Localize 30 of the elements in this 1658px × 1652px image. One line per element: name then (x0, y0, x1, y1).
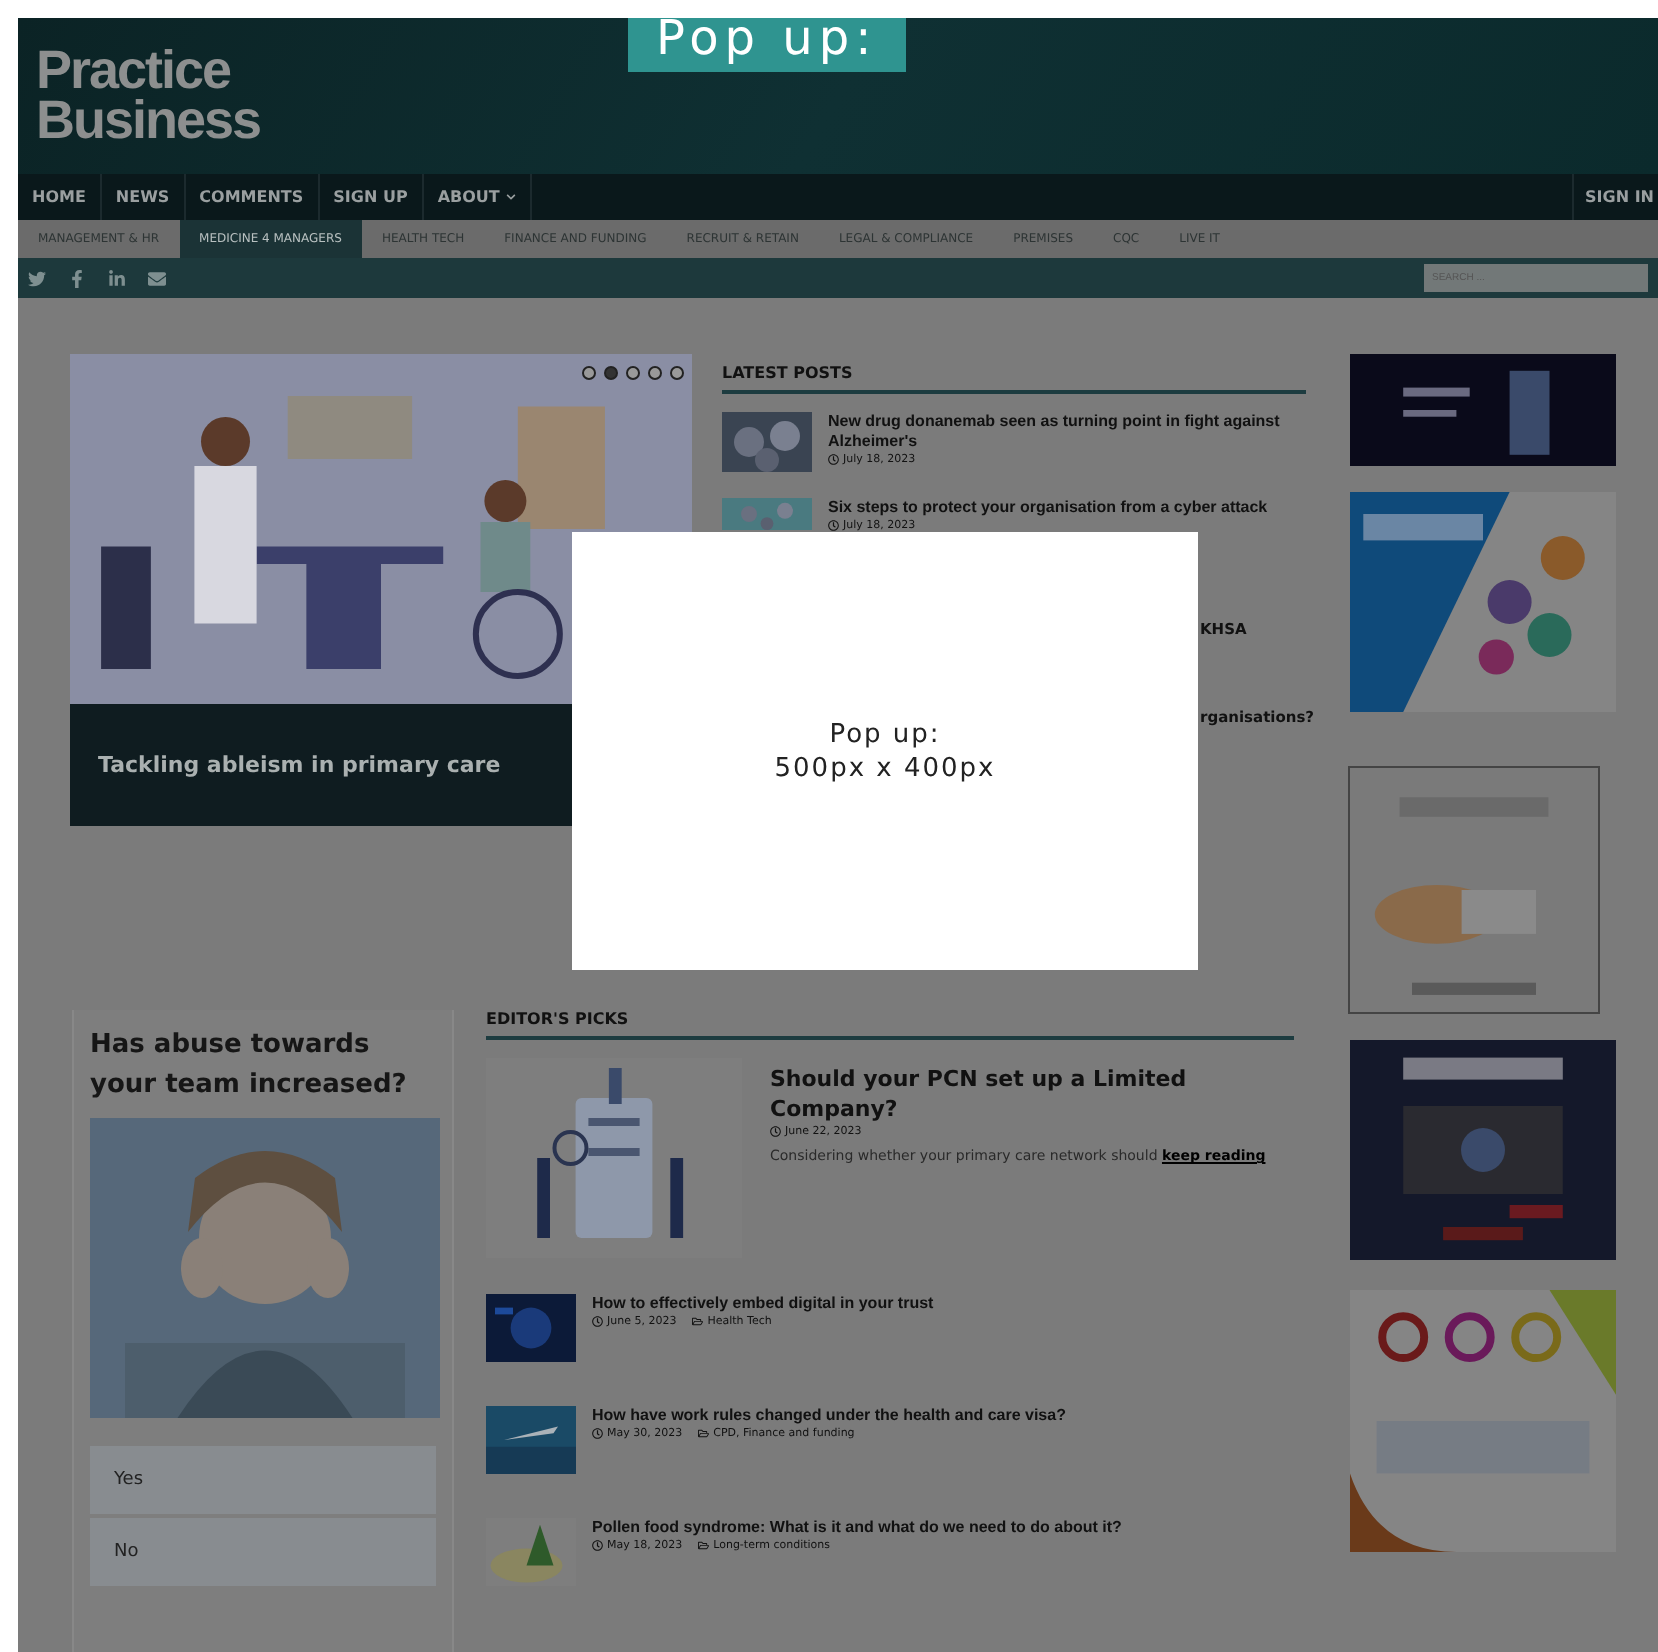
folder-icon (698, 1540, 710, 1552)
clock-icon (770, 1126, 781, 1138)
post-title[interactable]: Pollen food syndrome: What is it and what do we need to do about it? (592, 1518, 1122, 1538)
popup-text: 500px x 400px (774, 751, 996, 785)
clock-icon (828, 520, 839, 532)
poll-option[interactable]: Yes (90, 1446, 436, 1514)
caret-icon (505, 192, 516, 202)
slide-caption[interactable]: Tackling ableism in primary care (98, 752, 501, 778)
section-heading: EDITOR'S PICKS (486, 1010, 1294, 1040)
post-title[interactable]: How have work rules changed under the health and care visa? (592, 1406, 1066, 1426)
twitter-icon[interactable] (28, 269, 46, 287)
folder-icon (698, 1428, 710, 1440)
post-title[interactable]: Six steps to protect your organisation from a cyber attack (828, 498, 1268, 518)
post-title[interactable]: New drug donanemab seen as turning point in fight against Alzheimer's (828, 412, 1306, 452)
mail-icon[interactable] (148, 269, 166, 287)
popup-label: Pop up: (628, 18, 906, 72)
section-heading: LATEST POSTS (722, 354, 1306, 394)
poll-option[interactable]: No (90, 1518, 436, 1586)
post-title[interactable]: How to effectively embed digital in your trust (592, 1294, 934, 1314)
facebook-icon[interactable] (68, 269, 86, 287)
clock-icon (592, 1428, 603, 1440)
feature-title[interactable]: Should your PCN set up a Limited Company? (770, 1064, 1294, 1124)
site-logo[interactable]: Practice Business (36, 46, 261, 146)
linkedin-icon[interactable] (108, 269, 126, 287)
poll-question: Has abuse towards your team increased? (90, 1028, 409, 1104)
folder-icon (692, 1316, 704, 1328)
popup-text: Pop up: (829, 717, 941, 751)
clock-icon (592, 1540, 603, 1552)
clock-icon (592, 1316, 603, 1328)
clock-icon (828, 454, 839, 466)
